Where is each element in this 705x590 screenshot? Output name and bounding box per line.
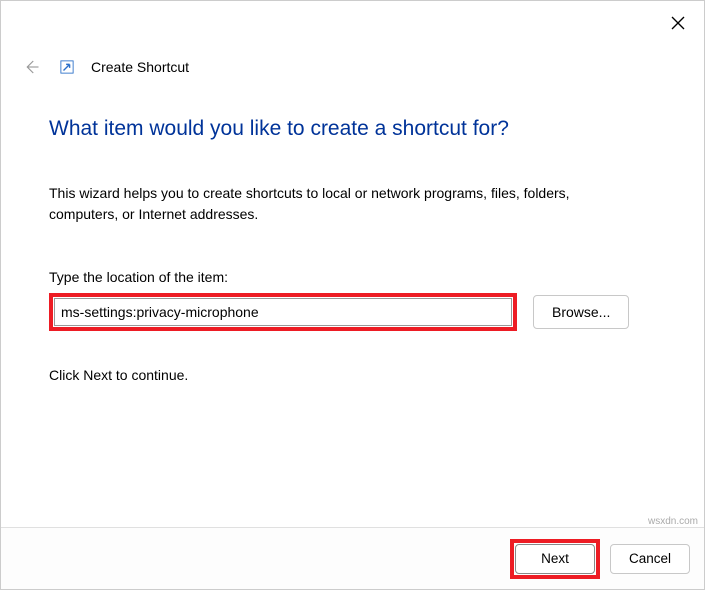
next-button[interactable]: Next: [515, 544, 595, 574]
content-area: What item would you like to create a sho…: [1, 85, 704, 383]
footer: Next Cancel: [1, 527, 704, 589]
back-arrow-icon: [22, 58, 40, 76]
watermark: wsxdn.com: [648, 516, 698, 527]
close-icon: [671, 16, 685, 30]
close-button[interactable]: [664, 9, 692, 37]
shortcut-icon: [59, 59, 75, 75]
browse-button[interactable]: Browse...: [533, 295, 629, 329]
wizard-title: Create Shortcut: [91, 59, 189, 75]
location-input[interactable]: [54, 298, 512, 326]
cancel-button[interactable]: Cancel: [610, 544, 690, 574]
wizard-description: This wizard helps you to create shortcut…: [49, 183, 609, 225]
back-button[interactable]: [21, 57, 41, 77]
continue-instruction: Click Next to continue.: [49, 367, 656, 383]
wizard-header: Create Shortcut: [1, 49, 704, 85]
location-row: Browse...: [49, 293, 656, 331]
location-label: Type the location of the item:: [49, 269, 656, 285]
next-highlight: Next: [510, 539, 600, 579]
titlebar: [1, 1, 704, 49]
page-title: What item would you like to create a sho…: [49, 117, 656, 141]
location-highlight: [49, 293, 517, 331]
